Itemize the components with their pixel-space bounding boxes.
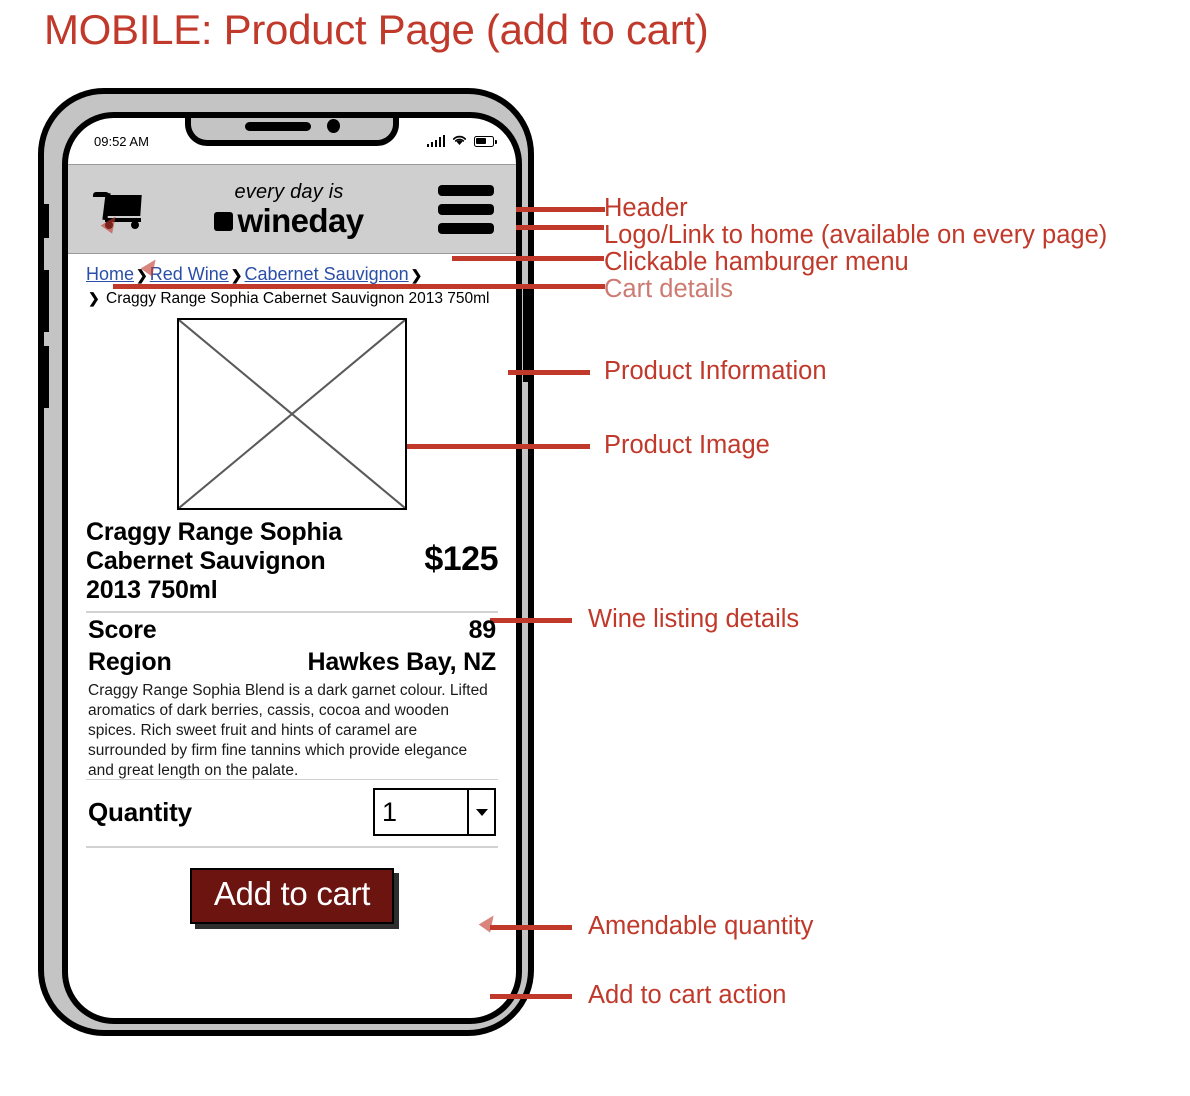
add-to-cart-area: Add to cart xyxy=(86,848,500,933)
annotation-product-image: Product Image xyxy=(604,431,770,459)
logo-home-link[interactable]: every day is wineday xyxy=(162,182,416,237)
spec-value: 89 xyxy=(468,615,497,644)
silent-switch-button[interactable] xyxy=(41,204,49,238)
logo-wordmark: wineday xyxy=(214,201,364,239)
logo-tagline: every day is xyxy=(234,180,344,203)
product-image-placeholder[interactable] xyxy=(177,318,407,511)
spec-label: Region xyxy=(88,647,172,676)
breadcrumb-separator: ❯ xyxy=(88,289,100,306)
breadcrumb-item-cabernet-sauvignon[interactable]: Cabernet Sauvignon xyxy=(245,264,409,284)
wine-listing-details: Craggy Range Sophia Cabernet Sauvignon 2… xyxy=(86,518,498,611)
front-camera-icon xyxy=(326,119,340,133)
phone-screen: 09:52 AM every day is wineday Home ❯ Red… xyxy=(62,112,522,1024)
breadcrumb-item-home[interactable]: Home xyxy=(86,264,134,284)
app-header: every day is wineday xyxy=(68,164,516,254)
cellular-signal-icon xyxy=(426,135,445,147)
page-title: MOBILE: Product Page (add to cart) xyxy=(44,6,709,53)
power-button[interactable] xyxy=(523,286,531,382)
spec-row-region: Region Hawkes Bay, NZ xyxy=(86,645,498,677)
breadcrumb-item-red-wine[interactable]: Red Wine xyxy=(150,264,229,284)
phone-notch xyxy=(185,118,399,146)
wifi-icon xyxy=(452,134,467,149)
product-description: Craggy Range Sophia Blend is a dark garn… xyxy=(88,681,488,779)
annotation-header: Header xyxy=(604,194,688,222)
product-price: $125 xyxy=(424,540,498,579)
annotation-amendable-quantity: Amendable quantity xyxy=(588,912,814,940)
spec-row-score: Score 89 xyxy=(86,613,498,645)
status-time: 09:52 AM xyxy=(94,133,149,149)
logo-name: wineday xyxy=(237,201,364,239)
annotation-add-to-cart-action: Add to cart action xyxy=(588,981,787,1009)
battery-icon xyxy=(474,135,497,147)
callout-line-product-info xyxy=(508,370,590,375)
breadcrumb-current-label: Craggy Range Sophia Cabernet Sauvignon 2… xyxy=(106,289,490,307)
quantity-label: Quantity xyxy=(88,796,192,827)
phone-mockup: 09:52 AM every day is wineday Home ❯ Red… xyxy=(38,88,534,1036)
quantity-select[interactable]: 1 xyxy=(373,788,496,837)
breadcrumb-current-page: ❯ Craggy Range Sophia Cabernet Sauvignon… xyxy=(86,288,498,309)
product-information-section: Home ❯ Red Wine ❯ Cabernet Sauvignon ❯ ❯ Crag… xyxy=(68,252,516,1018)
phone-outer-frame: 09:52 AM every day is wineday Home ❯ Red… xyxy=(38,88,534,1036)
volume-down-button[interactable] xyxy=(41,346,49,408)
annotation-wine-listing-details: Wine listing details xyxy=(588,605,800,633)
annotation-product-information: Product Information xyxy=(604,357,827,385)
square-icon xyxy=(214,212,234,231)
annotation-logo: Logo/Link to home (available on every pa… xyxy=(604,221,1108,249)
breadcrumb-separator: ❯ xyxy=(136,267,148,283)
quantity-row: Quantity 1 xyxy=(86,780,498,846)
annotation-cart-details: Cart details xyxy=(604,275,733,303)
cart-button[interactable] xyxy=(68,189,168,234)
status-icons xyxy=(426,134,497,149)
earpiece-speaker-icon xyxy=(244,121,311,131)
hamburger-menu-icon[interactable] xyxy=(416,184,516,234)
image-placeholder-icon xyxy=(179,320,405,509)
breadcrumb-separator: ❯ xyxy=(410,267,423,283)
quantity-value[interactable]: 1 xyxy=(375,790,467,834)
add-to-cart-button[interactable]: Add to cart xyxy=(189,867,395,924)
annotation-hamburger: Clickable hamburger menu xyxy=(604,248,909,276)
spec-value: Hawkes Bay, NZ xyxy=(307,647,497,676)
breadcrumb: Home ❯ Red Wine ❯ Cabernet Sauvignon ❯ ❯ Crag… xyxy=(86,252,498,311)
volume-up-button[interactable] xyxy=(41,270,49,332)
product-title: Craggy Range Sophia Cabernet Sauvignon 2… xyxy=(86,518,342,605)
chevron-down-icon[interactable] xyxy=(467,790,494,835)
spec-label: Score xyxy=(88,615,157,644)
shopping-cart-icon xyxy=(91,189,145,229)
breadcrumb-separator: ❯ xyxy=(230,267,243,283)
cursor-arrow-icon xyxy=(478,911,500,933)
